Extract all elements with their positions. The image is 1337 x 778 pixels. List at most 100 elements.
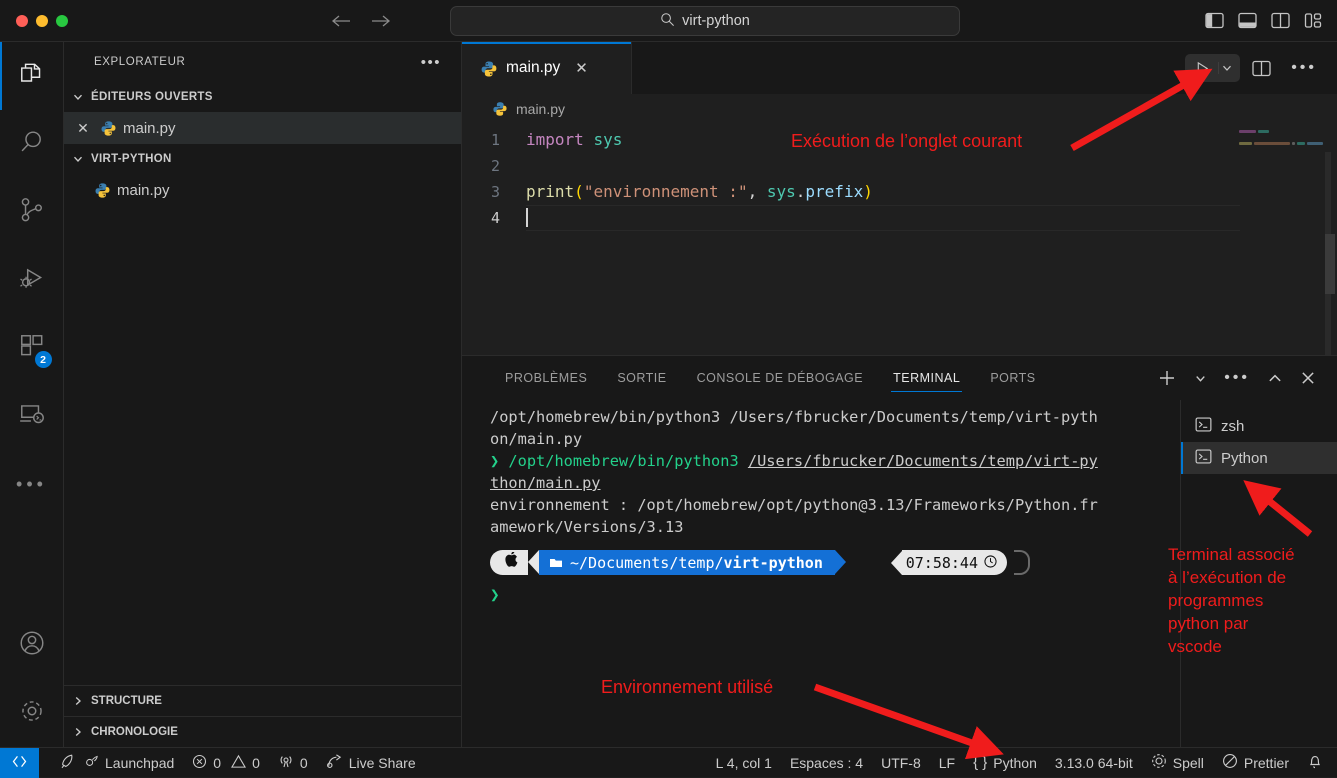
- bottom-panel: PROBLÈMES SORTIE CONSOLE DE DÉBOGAGE TER…: [462, 355, 1337, 747]
- code-editor[interactable]: 1 import sys 2 3 print("environnement :"…: [462, 124, 1337, 355]
- source-control-icon: [18, 196, 46, 229]
- sidebar-item-extensions[interactable]: 2: [0, 314, 64, 382]
- launchpad-label: Launchpad: [105, 755, 174, 771]
- tab-debug-console[interactable]: CONSOLE DE DÉBOGAGE: [682, 356, 878, 400]
- files-icon: [18, 60, 46, 93]
- play-icon[interactable]: [1185, 61, 1218, 76]
- section-outline[interactable]: STRUCTURE: [64, 685, 461, 716]
- accounts-button[interactable]: [0, 611, 64, 679]
- code-line: 1 import sys: [462, 127, 1337, 153]
- section-open-editors[interactable]: ÉDITEURS OUVERTS: [64, 82, 461, 112]
- close-icon[interactable]: [1293, 366, 1323, 390]
- activity-bar-bottom: [0, 611, 64, 747]
- gear-icon: [18, 697, 46, 730]
- back-icon[interactable]: [330, 13, 352, 29]
- tab-output[interactable]: SORTIE: [602, 356, 681, 400]
- editor-scrollbar[interactable]: [1324, 124, 1337, 355]
- chevron-down-icon[interactable]: [1187, 368, 1214, 389]
- section-workspace-folder[interactable]: VIRT-PYTHON: [64, 144, 461, 174]
- chevron-right-icon: [70, 726, 86, 738]
- status-notifications[interactable]: [1298, 748, 1337, 778]
- tab-label: CONSOLE DE DÉBOGAGE: [697, 371, 863, 385]
- close-window-button[interactable]: [16, 15, 28, 27]
- run-python-file-button[interactable]: [1185, 54, 1240, 82]
- customize-layout-icon[interactable]: [1304, 12, 1323, 29]
- workspace-label: VIRT-PYTHON: [91, 153, 172, 165]
- terminal-input-line[interactable]: ❯: [490, 584, 1180, 606]
- terminal-instance-python[interactable]: Python: [1181, 442, 1337, 474]
- ellipsis-icon: •••: [16, 474, 47, 495]
- plus-icon[interactable]: [1150, 364, 1184, 392]
- sidebar-item-more[interactable]: •••: [0, 450, 64, 518]
- terminal-icon: [1195, 416, 1212, 437]
- terminal-path-link[interactable]: /Users/fbrucker/Documents/temp/virt-py: [748, 452, 1098, 470]
- sidebar-item-source-control[interactable]: [0, 178, 64, 246]
- close-icon[interactable]: ✕: [575, 59, 588, 77]
- python-icon: [492, 101, 509, 118]
- status-indentation[interactable]: Espaces : 4: [781, 748, 872, 778]
- live-share-icon: [326, 753, 343, 772]
- terminal-path-link[interactable]: thon/main.py: [490, 474, 601, 492]
- terminal-instance-list: zsh Python: [1180, 400, 1337, 747]
- terminal-line: amework/Versions/3.13: [490, 516, 1180, 538]
- debug-icon: [18, 264, 46, 297]
- editor-scrollbar-thumb[interactable]: [1325, 234, 1335, 294]
- sidebar-item-run-debug[interactable]: [0, 246, 64, 314]
- terminal-line: thon/main.py: [490, 472, 1180, 494]
- tab-label: main.py: [506, 59, 560, 77]
- status-python-interpreter[interactable]: 3.13.0 64-bit: [1046, 748, 1142, 778]
- status-spell-checker[interactable]: Spell: [1142, 748, 1213, 778]
- status-eol[interactable]: LF: [930, 748, 964, 778]
- terminal-instance-label: Python: [1221, 450, 1268, 467]
- minimize-window-button[interactable]: [36, 15, 48, 27]
- file-tree-item[interactable]: main.py: [64, 174, 461, 206]
- chevron-down-icon: [70, 91, 86, 103]
- status-prettier[interactable]: Prettier: [1213, 748, 1298, 778]
- forward-icon[interactable]: [370, 13, 392, 29]
- minimap[interactable]: [1239, 130, 1323, 355]
- maximize-window-button[interactable]: [56, 15, 68, 27]
- terminal-instance-zsh[interactable]: zsh: [1181, 410, 1337, 442]
- minimap-line: [1239, 136, 1323, 139]
- status-launchpad[interactable]: Launchpad: [51, 748, 183, 778]
- toggle-secondary-sidebar-icon[interactable]: [1271, 12, 1290, 29]
- status-encoding[interactable]: UTF-8: [872, 748, 930, 778]
- sidebar-item-search[interactable]: [0, 110, 64, 178]
- tab-terminal[interactable]: TERMINAL: [878, 356, 975, 400]
- section-timeline[interactable]: CHRONOLOGIE: [64, 716, 461, 747]
- toggle-panel-icon[interactable]: [1238, 12, 1257, 29]
- sidebar-item-explorer[interactable]: [0, 42, 64, 110]
- terminal-icon: [1195, 448, 1212, 469]
- status-language-mode[interactable]: { } Python: [964, 748, 1046, 778]
- breadcrumb[interactable]: main.py: [462, 94, 1337, 124]
- status-cursor-position[interactable]: L 4, col 1: [707, 748, 781, 778]
- tab-main-py[interactable]: main.py ✕: [462, 42, 632, 94]
- status-live-share[interactable]: Live Share: [317, 748, 425, 778]
- open-editor-item[interactable]: ✕ main.py: [64, 112, 461, 144]
- sidebar-more-icon[interactable]: •••: [421, 54, 447, 71]
- chevron-down-icon[interactable]: [1218, 62, 1240, 74]
- ellipsis-icon[interactable]: •••: [1217, 365, 1257, 391]
- terminal-output[interactable]: /opt/homebrew/bin/python3 /Users/fbrucke…: [462, 400, 1180, 747]
- search-icon: [660, 12, 675, 30]
- status-problems[interactable]: 0 0: [183, 748, 269, 778]
- manage-settings-button[interactable]: [0, 679, 64, 747]
- remote-icon: [11, 754, 28, 772]
- tab-problems[interactable]: PROBLÈMES: [490, 356, 602, 400]
- minimap-line: [1239, 142, 1323, 145]
- editor-more-actions-icon[interactable]: •••: [1283, 59, 1325, 77]
- rocket-icon: [60, 753, 78, 773]
- toggle-primary-sidebar-icon[interactable]: [1205, 12, 1224, 29]
- chevron-up-icon[interactable]: [1260, 366, 1290, 390]
- remote-host-button[interactable]: [0, 748, 39, 778]
- split-editor-icon[interactable]: [1244, 60, 1279, 77]
- sidebar-item-remote-explorer[interactable]: [0, 382, 64, 450]
- path-current: virt-python: [724, 552, 823, 574]
- status-radon[interactable]: 0: [269, 748, 317, 778]
- language-label: Python: [993, 755, 1037, 771]
- close-icon[interactable]: ✕: [72, 120, 94, 137]
- command-center-search[interactable]: virt-python: [450, 6, 960, 36]
- tab-ports[interactable]: PORTS: [975, 356, 1050, 400]
- chevron-right-icon: [70, 695, 86, 707]
- code-line: 3 print("environnement :", sys.prefix): [462, 179, 1337, 205]
